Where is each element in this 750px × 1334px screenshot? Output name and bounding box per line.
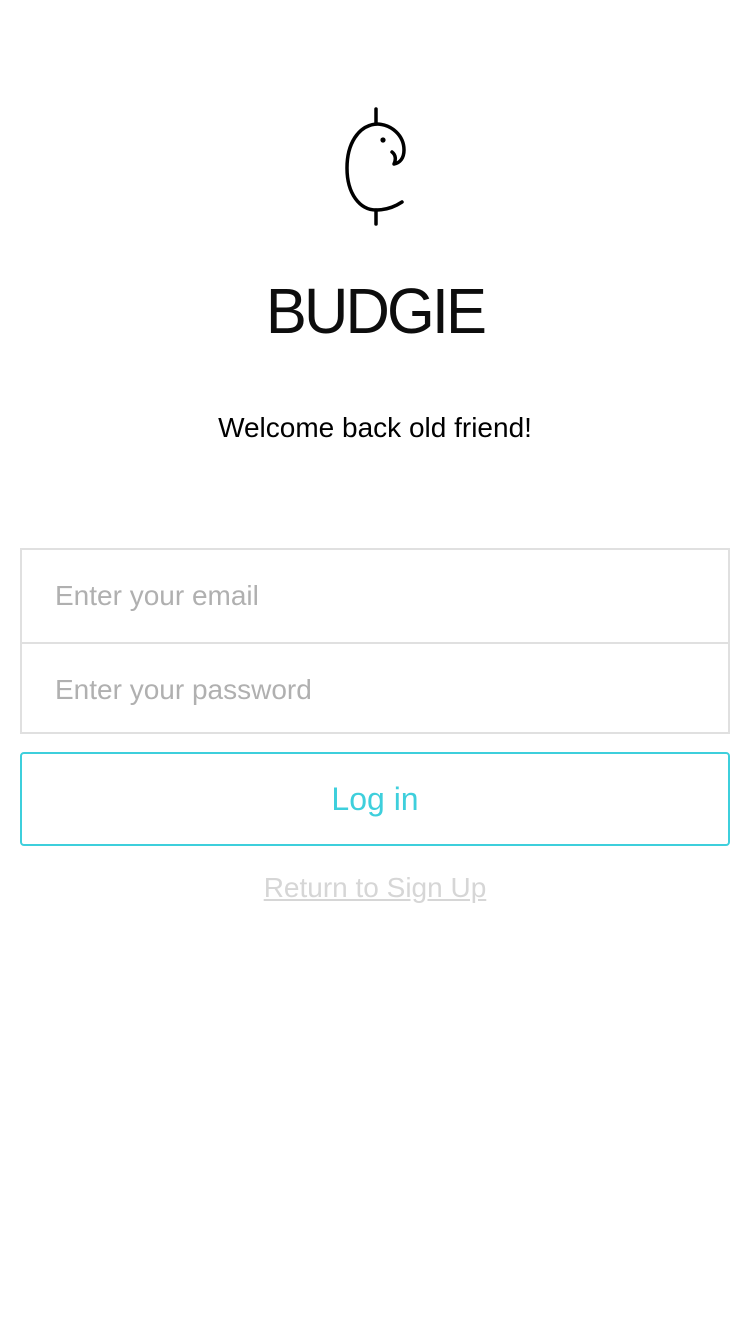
welcome-message: Welcome back old friend! (218, 412, 532, 443)
login-form (20, 548, 730, 736)
budgie-bird-icon (340, 106, 410, 228)
email-field[interactable] (22, 550, 728, 642)
password-field[interactable] (22, 644, 728, 736)
app-name: BUDGIE (265, 275, 487, 347)
return-to-sign-up-link[interactable]: Return to Sign Up (0, 870, 750, 906)
login-button[interactable]: Log in (20, 752, 730, 846)
